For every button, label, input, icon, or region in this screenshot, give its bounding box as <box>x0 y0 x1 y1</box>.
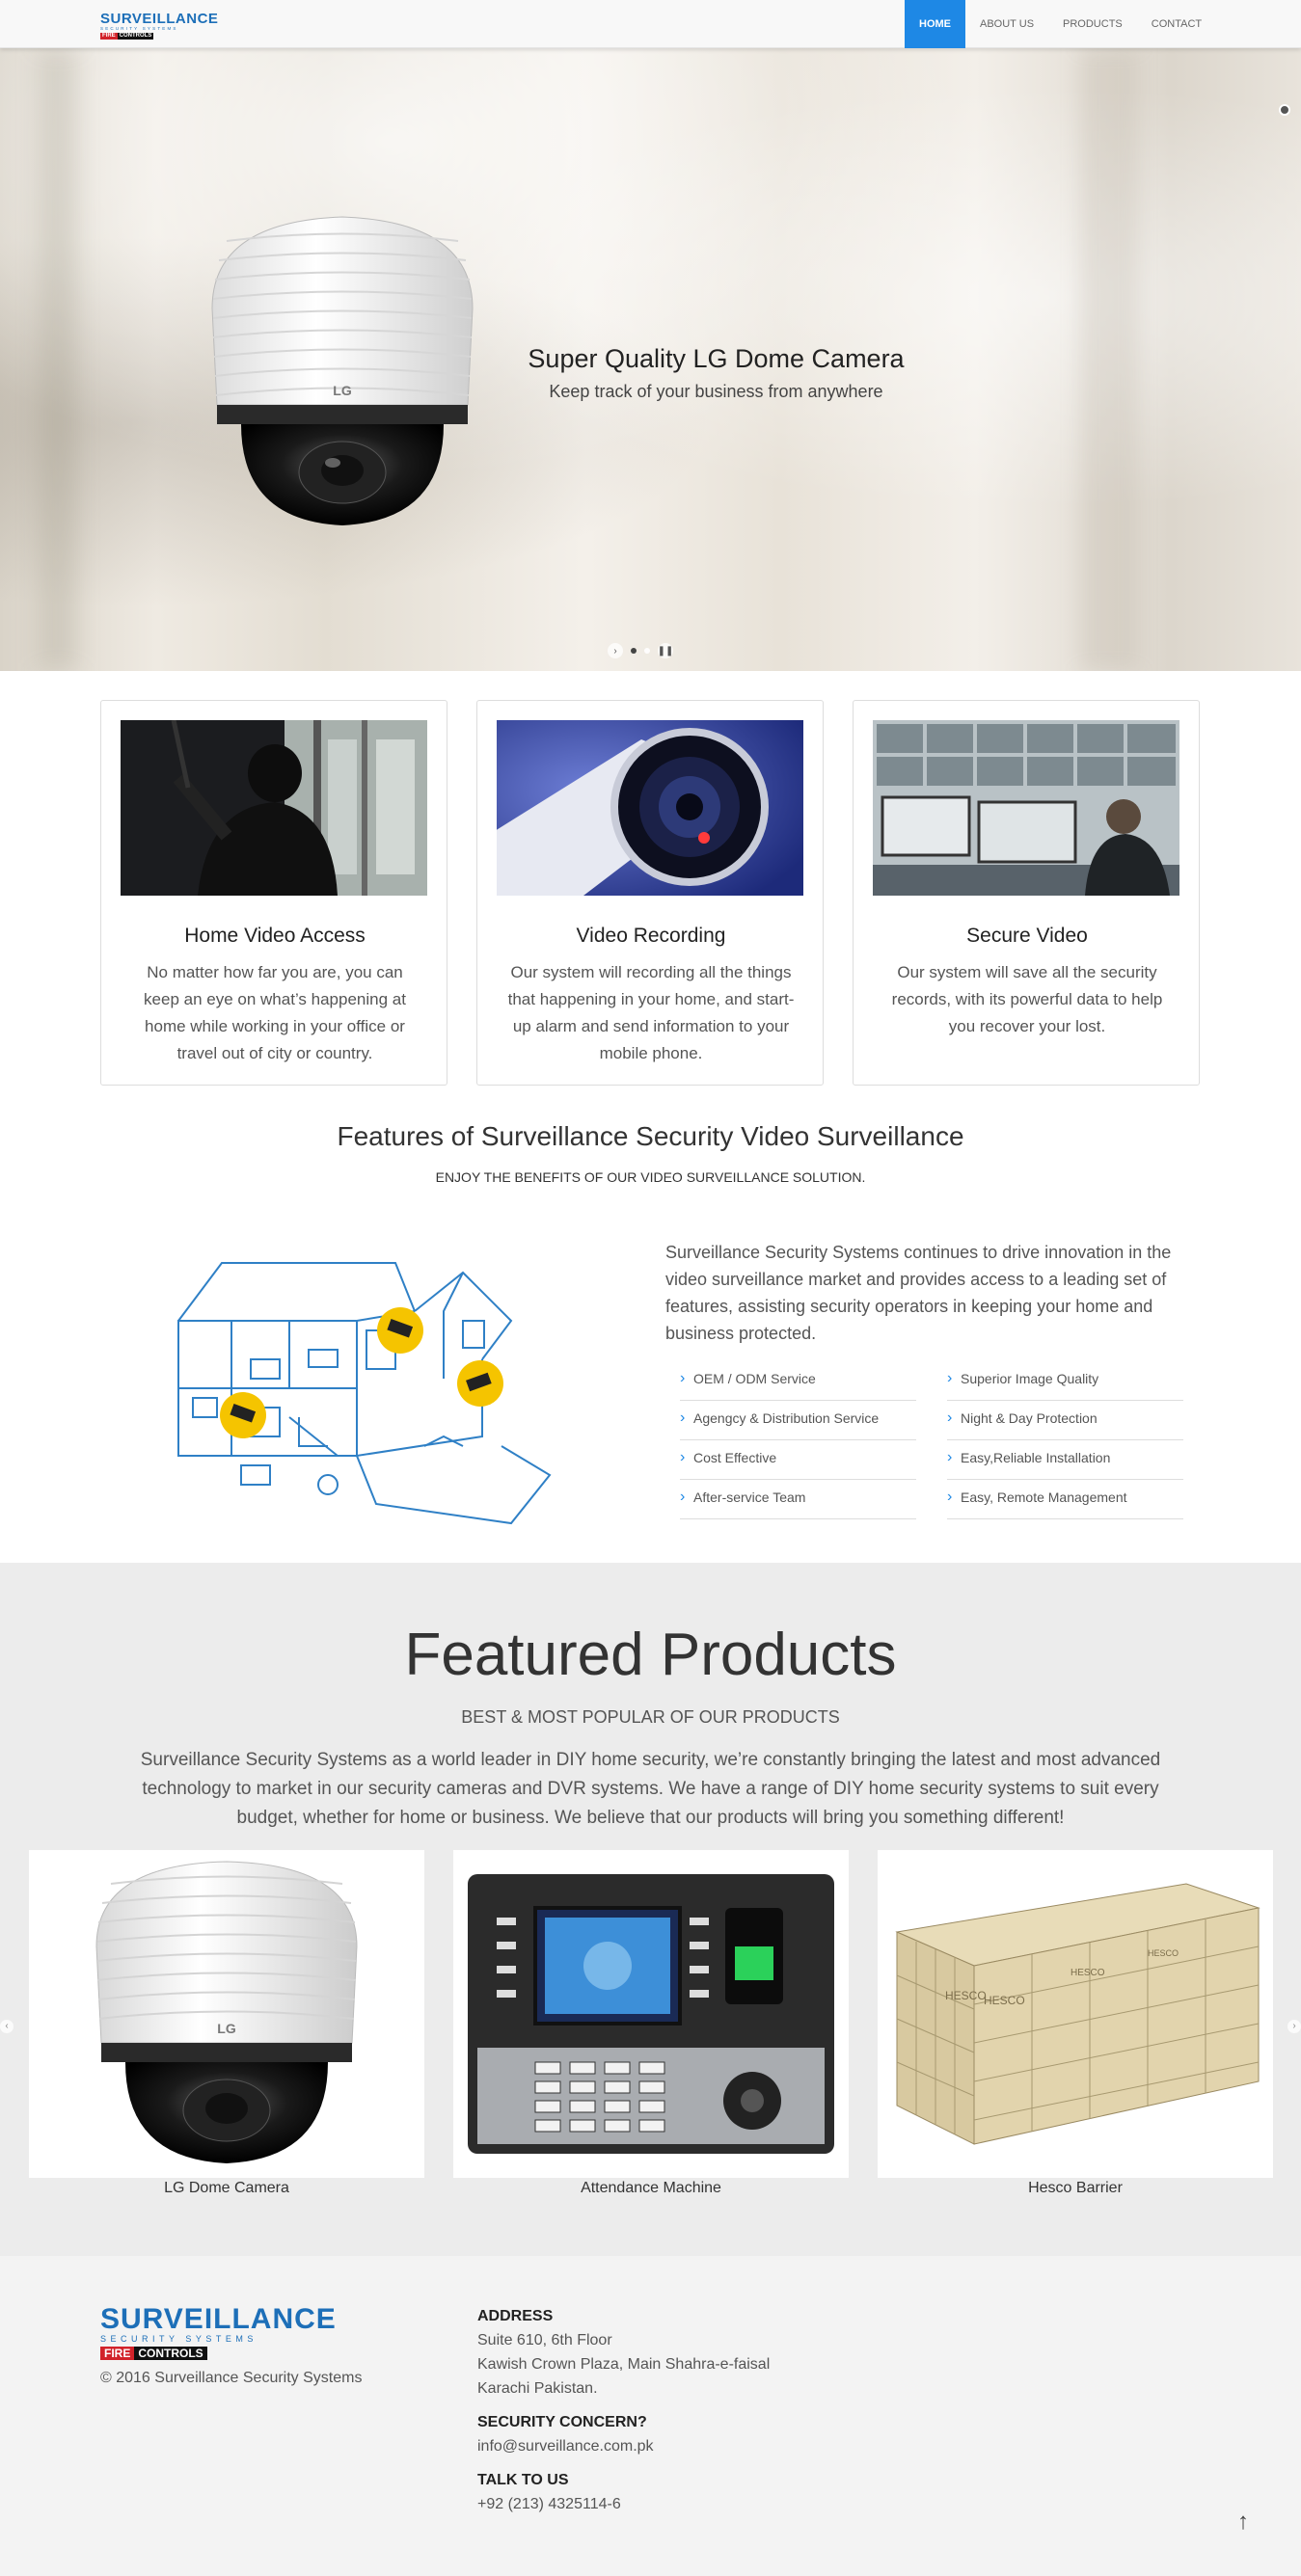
feature-item: After-service Team <box>680 1480 916 1519</box>
attendance-machine-image <box>468 1874 834 2154</box>
features-text: Surveillance Security Systems continues … <box>665 1243 1172 1343</box>
product-card-hesco-barrier[interactable]: HESCO HESCO HESCO HESCO <box>878 1850 1273 2178</box>
security-concern-label: SECURITY CONCERN? <box>477 2414 647 2430</box>
address-label: ADDRESS <box>477 2308 554 2324</box>
logo-fire-controls: FIRE CONTROLS <box>100 33 201 40</box>
barrier-label: HESCO <box>945 1989 987 2002</box>
camera-brand-label: LG <box>217 2021 236 2036</box>
feature-item: Agengcy & Distribution Service <box>680 1401 916 1440</box>
address-line: Karachi Pakistan. <box>477 2380 598 2397</box>
carousel-next-icon[interactable]: › <box>1287 2020 1301 2033</box>
nav-about-us[interactable]: ABOUT US <box>965 0 1048 48</box>
product-card-lg-dome-camera[interactable]: LG <box>29 1850 424 2178</box>
product-card-attendance-machine[interactable] <box>453 1850 849 2178</box>
house-illustration <box>177 1262 552 1525</box>
footer: SURVEILLANCE SECURITY SYSTEMS FIRE CONTR… <box>0 2256 1301 2576</box>
logo-name: SURVEILLANCE <box>100 2303 337 2335</box>
email-link[interactable]: info@surveillance.com.pk <box>477 2434 960 2458</box>
featured-products-section: Featured Products BEST & MOST POPULAR OF… <box>0 1563 1301 2256</box>
logo-fire: FIRE <box>100 2347 135 2360</box>
camera-badge-icon <box>457 1360 503 1407</box>
hero-background-blur <box>39 48 77 671</box>
service-card-video-recording: Video Recording Our system will recordin… <box>476 700 824 1086</box>
hesco-barrier-image: HESCO HESCO HESCO HESCO <box>895 1883 1260 2145</box>
features-subtitle: ENJOY THE BENEFITS OF OUR VIDEO SURVEILL… <box>435 1169 866 1185</box>
scroll-to-top-icon[interactable]: ↑ <box>1237 2509 1249 2536</box>
address-line: Kawish Crown Plaza, Main Shahra-e-faisal <box>477 2356 771 2373</box>
service-text: Our system will save all the security re… <box>891 963 1163 1035</box>
slider-dot-2[interactable] <box>644 648 650 654</box>
logo-controls: CONTROLS <box>134 2347 207 2360</box>
camera-brand-label: LG <box>333 383 352 398</box>
slider-next-button[interactable]: › <box>608 643 623 658</box>
dome-camera-image: LG <box>211 216 474 525</box>
product-name[interactable]: Attendance Machine <box>453 2180 849 2197</box>
hero-background-blur <box>1080 48 1138 671</box>
service-text: Our system will recording all the things… <box>507 963 795 1062</box>
address-line: Suite 610, 6th Floor <box>477 2332 612 2348</box>
barrier-label: HESCO <box>1148 1948 1179 1958</box>
products-title: Featured Products <box>404 1622 897 1688</box>
service-title: Home Video Access <box>184 925 366 947</box>
feature-item: Night & Day Protection <box>947 1401 1183 1440</box>
slider-controls: › ❚❚ <box>608 643 673 658</box>
camera-badge-icon <box>220 1392 266 1438</box>
service-text: No matter how far you are, you can keep … <box>144 963 406 1062</box>
hero-slider: LG Super Quality LG Dome Camera Keep tra… <box>0 48 1301 671</box>
features-list-left: OEM / ODM Service Agengcy & Distribution… <box>680 1361 916 1519</box>
nav-contact[interactable]: CONTACT <box>1137 0 1216 48</box>
burglar-image <box>121 720 427 896</box>
barrier-label: HESCO <box>984 1994 1025 2007</box>
products-text: Surveillance Security Systems as a world… <box>140 1750 1161 1828</box>
camera-badge-icon <box>377 1307 423 1354</box>
nav-products[interactable]: PRODUCTS <box>1048 0 1137 48</box>
security-camera-lens-image <box>497 720 803 896</box>
feature-item: Superior Image Quality <box>947 1361 1183 1401</box>
footer-contact: ADDRESS Suite 610, 6th Floor Kawish Crow… <box>477 2304 960 2516</box>
logo-name: SURVEILLANCE <box>100 11 219 27</box>
monitoring-room-image <box>873 720 1179 896</box>
logo-fire-controls: FIRE CONTROLS <box>100 2347 303 2360</box>
dome-camera-image: LG <box>95 1861 358 2163</box>
feature-item: OEM / ODM Service <box>680 1361 916 1401</box>
hero-title: Super Quality LG Dome Camera <box>528 344 905 373</box>
feature-item: Easy,Reliable Installation <box>947 1440 1183 1480</box>
hero-corner-dot <box>1279 104 1290 116</box>
features-list-right: Superior Image Quality Night & Day Prote… <box>947 1361 1183 1519</box>
main-menu: HOME ABOUT US PRODUCTS CONTACT <box>905 0 1216 48</box>
products-subtitle: BEST & MOST POPULAR OF OUR PRODUCTS <box>461 1707 840 1727</box>
footer-logo[interactable]: SURVEILLANCE SECURITY SYSTEMS FIRE CONTR… <box>100 2303 337 2360</box>
service-card-home-video-access: Home Video Access No matter how far you … <box>100 700 447 1086</box>
feature-item: Cost Effective <box>680 1440 916 1480</box>
slider-dot-1[interactable] <box>631 648 637 654</box>
slider-pause-button[interactable]: ❚❚ <box>658 643 673 658</box>
brand-logo[interactable]: SURVEILLANCE SECURITY SYSTEMS FIRE CONTR… <box>100 11 219 47</box>
service-card-secure-video: Secure Video Our system will save all th… <box>853 700 1200 1086</box>
phone-number[interactable]: +92 (213) 4325114-6 <box>477 2492 960 2516</box>
logo-fire: FIRE <box>100 33 118 40</box>
features-title: Features of Surveillance Security Video … <box>337 1121 964 1151</box>
logo-controls: CONTROLS <box>117 33 154 40</box>
service-title: Video Recording <box>576 925 726 947</box>
top-navbar: SURVEILLANCE SECURITY SYSTEMS FIRE CONTR… <box>0 0 1301 48</box>
page: SURVEILLANCE SECURITY SYSTEMS FIRE CONTR… <box>0 0 1301 2576</box>
service-title: Secure Video <box>966 925 1088 947</box>
feature-item: Easy, Remote Management <box>947 1480 1183 1519</box>
carousel-prev-icon[interactable]: ‹ <box>0 2020 14 2033</box>
product-name[interactable]: Hesco Barrier <box>878 2180 1273 2197</box>
barrier-label: HESCO <box>1071 1968 1105 1978</box>
copyright: © 2016 Surveillance Security Systems <box>100 2370 363 2386</box>
product-name[interactable]: LG Dome Camera <box>29 2180 424 2197</box>
hero-subtitle: Keep track of your business from anywher… <box>549 382 883 401</box>
nav-home[interactable]: HOME <box>905 0 965 48</box>
talk-to-us-label: TALK TO US <box>477 2472 569 2488</box>
